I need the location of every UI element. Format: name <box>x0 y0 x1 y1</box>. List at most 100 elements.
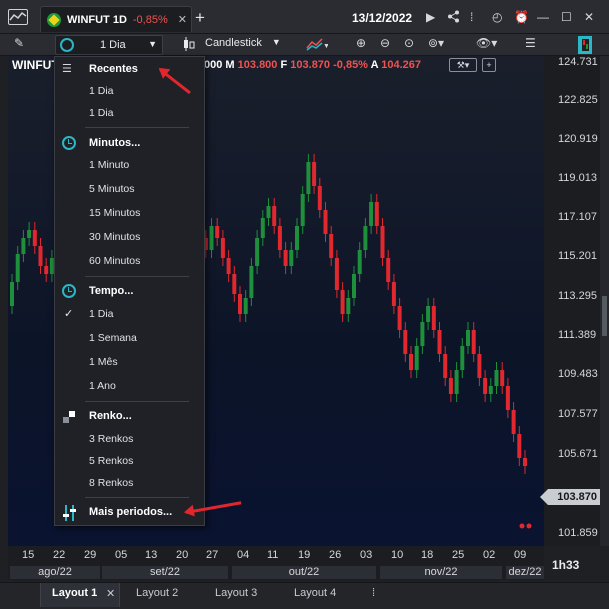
candle-body <box>403 330 408 354</box>
zoom-out-icon[interactable]: ⊖ <box>380 36 390 50</box>
add-tab-button[interactable]: + <box>195 8 205 28</box>
tab-layout-2[interactable]: Layout 2 <box>136 587 178 599</box>
menu-header-renko[interactable]: Renko... <box>55 406 206 426</box>
candle-body <box>317 186 322 210</box>
indicators-icon[interactable]: ▼ <box>306 36 330 55</box>
time-tick-label: 27 <box>206 549 219 561</box>
layout-tabs: Layout 1 ✕ Layout 2 Layout 3 Layout 4 ⁞ <box>0 582 609 609</box>
menu-item-1-ano[interactable]: 1 Ano <box>55 376 206 396</box>
candle-body <box>277 226 282 250</box>
alarm-icon[interactable]: ⏰ <box>514 10 529 24</box>
tab-change: -0,85% <box>132 13 168 26</box>
vertical-scrollbar[interactable] <box>600 56 609 546</box>
month-band: set/22 <box>102 566 228 579</box>
last-price-label: 103.870 <box>540 489 600 505</box>
current-date: 13/12/2022 <box>352 11 413 25</box>
play-icon[interactable]: ▶ <box>426 10 435 24</box>
menu-item-label: 1 Dia <box>89 308 114 320</box>
more-tabs-icon[interactable]: ⁞ <box>372 587 375 599</box>
zoom-in-icon[interactable]: ⊕ <box>356 36 366 50</box>
app-chart-icon[interactable] <box>8 9 28 25</box>
share-icon[interactable] <box>447 10 460 26</box>
menu-item-label: 1 Dia <box>89 85 114 97</box>
tab-layout-3[interactable]: Layout 3 <box>215 587 257 599</box>
candle-body <box>243 298 248 314</box>
tab-layout-4[interactable]: Layout 4 <box>294 587 336 599</box>
menu-header-tempo[interactable]: Tempo... <box>55 281 206 301</box>
menu-item-label: 60 Minutos <box>89 255 141 267</box>
price-tick-label: 101.859 <box>558 527 598 539</box>
quote-lead: 000 <box>204 59 223 71</box>
tab-layout-1[interactable]: Layout 1 <box>52 587 97 599</box>
menu-item-3-renkos[interactable]: 3 Renkos <box>55 429 206 449</box>
book-icon[interactable] <box>578 36 592 57</box>
clock-icon <box>62 136 76 150</box>
candle-body <box>283 250 288 266</box>
time-tick-label: 18 <box>421 549 434 561</box>
drag-icon[interactable]: ⁞ <box>470 10 473 24</box>
eye-icon[interactable]: 👁▾ <box>476 36 497 50</box>
menu-item-label: 8 Renkos <box>89 477 134 489</box>
chart-type-select[interactable]: Candlestick ▼ <box>183 37 281 51</box>
candle-body <box>443 354 448 378</box>
chevron-down-icon: ▼ <box>271 37 281 47</box>
chart-tab[interactable]: WINFUT 1D -0,85% ✕ <box>40 6 192 32</box>
candle-body <box>27 230 32 238</box>
zoom-history-icon[interactable]: ⊚▾ <box>428 36 444 50</box>
candle-body <box>215 226 220 238</box>
quote-m-value: 103.800 <box>237 59 278 71</box>
menu-item-30-minutos[interactable]: 30 Minutos <box>55 227 206 247</box>
chart-toolbar: ✎ 1 Dia ▼ Candlestick ▼ ▼ ⊕ ⊖ ⊙ ⊚▾ 👁▾ ☰ <box>0 34 609 56</box>
month-band: dez/22 <box>506 566 544 579</box>
price-axis[interactable]: 124.731 122.825 120.919 119.013 117.107 115.2… <box>544 56 600 546</box>
scroll-thumb[interactable] <box>602 296 607 336</box>
menu-item-60-minutos[interactable]: 60 Minutos <box>55 251 206 271</box>
time-zoom-label[interactable]: 1h33 <box>552 558 579 572</box>
interval-select[interactable]: 1 Dia ▼ <box>55 35 163 55</box>
menu-item-1-dia[interactable]: ✓ 1 Dia <box>55 304 206 324</box>
menu-item-recent-2[interactable]: 1 Dia <box>55 103 206 123</box>
menu-item-1-mes[interactable]: 1 Mês <box>55 352 206 372</box>
svg-text:▼: ▼ <box>323 43 328 50</box>
time-axis[interactable]: 15 22 29 05 13 20 27 04 11 19 26 03 10 18 25 02 09 ago/22… <box>8 546 544 580</box>
tab-title: WINFUT 1D <box>67 13 127 26</box>
pencil-icon[interactable]: ✎ <box>14 36 24 50</box>
candle-body <box>363 226 368 250</box>
time-tick-label: 13 <box>145 549 158 561</box>
menu-item-15-minutos[interactable]: 15 Minutos <box>55 203 206 223</box>
add-study-button[interactable]: + <box>482 58 496 72</box>
drawing-tools-button[interactable]: ⚒▾ <box>449 58 477 72</box>
menu-item-5-renkos[interactable]: 5 Renkos <box>55 451 206 471</box>
menu-item-5-minutos[interactable]: 5 Minutos <box>55 179 206 199</box>
minimize-button[interactable]: — <box>537 10 549 24</box>
candle-body <box>448 378 453 394</box>
menu-item-label: 1 Semana <box>89 332 137 344</box>
title-bar: WINFUT 1D -0,85% ✕ + 13/12/2022 ▶ ⁞ ◴ ⏰ … <box>0 0 609 34</box>
settings-sliders-icon[interactable]: ☰ <box>525 36 536 50</box>
time-sync-icon[interactable]: ◴ <box>492 10 502 24</box>
menu-item-1-minuto[interactable]: 1 Minuto <box>55 155 206 175</box>
menu-item-label: 1 Ano <box>89 380 116 392</box>
quote-line: 000 M 103.800 F 103.870 -0,85% A 104.267 <box>204 59 421 71</box>
quote-a-value: 104.267 <box>381 59 421 71</box>
menu-item-recent-1[interactable]: 1 Dia <box>55 81 206 101</box>
maximize-button[interactable]: ☐ <box>561 10 572 24</box>
time-tick-label: 20 <box>176 549 189 561</box>
price-tick-label: 109.483 <box>558 368 598 380</box>
candle-body <box>374 202 379 226</box>
menu-item-8-renkos[interactable]: 8 Renkos <box>55 473 206 493</box>
zoom-fit-icon[interactable]: ⊙ <box>404 36 414 50</box>
check-icon: ✓ <box>64 308 74 320</box>
close-window-button[interactable]: ✕ <box>584 10 594 24</box>
menu-item-1-semana[interactable]: 1 Semana <box>55 328 206 348</box>
renko-icon <box>61 411 77 423</box>
tab-close-button[interactable]: ✕ <box>178 13 187 26</box>
candle-body <box>306 162 311 194</box>
month-band: out/22 <box>232 566 376 579</box>
clock-icon <box>60 38 74 52</box>
quote-f-label: F <box>280 59 288 71</box>
time-tick-label: 05 <box>115 549 128 561</box>
candle-body <box>312 162 317 186</box>
tab-close-button[interactable]: ✕ <box>106 587 115 600</box>
menu-header-minutos[interactable]: Minutos... <box>55 133 206 153</box>
